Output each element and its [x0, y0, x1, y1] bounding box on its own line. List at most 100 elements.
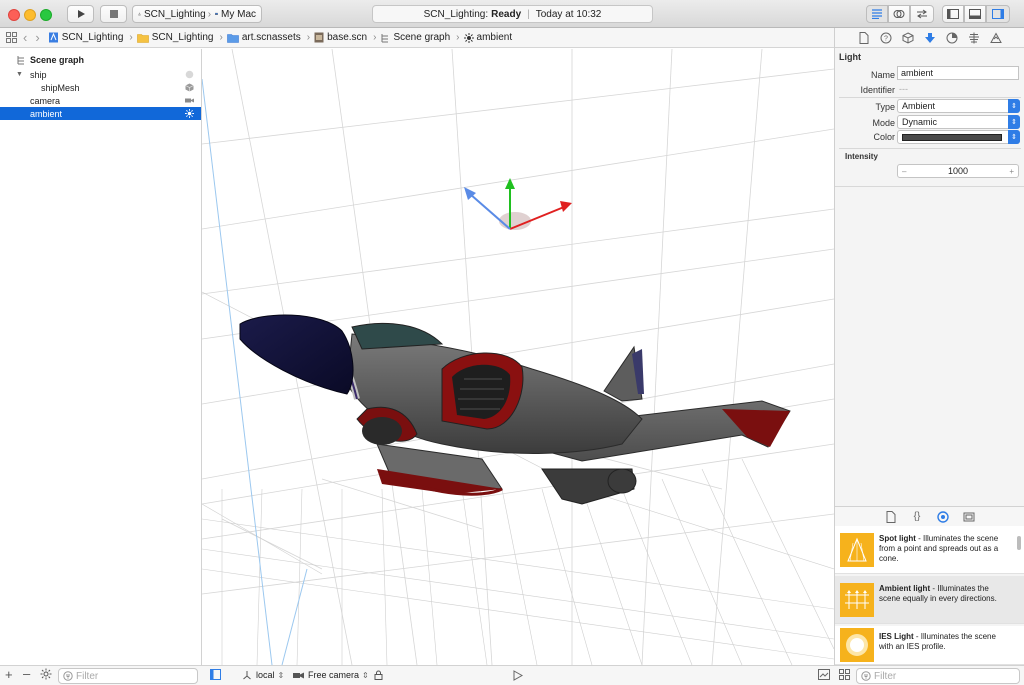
mac-icon [215, 12, 218, 15]
utilities-panel-icon [992, 9, 1004, 19]
version-editor-button[interactable] [910, 5, 934, 23]
node-inspector-icon[interactable] [901, 31, 915, 45]
toggle-navigator-button[interactable] [942, 5, 964, 23]
divider [839, 97, 1021, 98]
zoom-window-button[interactable] [40, 9, 52, 21]
play-animation-icon[interactable] [513, 670, 524, 684]
chevron-right-icon: › [207, 8, 212, 20]
library-scrollbar[interactable] [1017, 536, 1021, 550]
identifier-value[interactable]: --- [899, 84, 908, 94]
disclosure-triangle-icon[interactable]: ▼ [16, 71, 26, 78]
coordinate-space-selector[interactable]: local ⇕ [242, 670, 284, 680]
chevron-right-icon: › [306, 32, 311, 43]
file-template-icon[interactable] [884, 510, 898, 524]
camera-icon [293, 672, 304, 678]
svg-text:?: ? [884, 35, 888, 42]
toggle-library-icon[interactable] [818, 669, 830, 683]
physics-inspector-icon[interactable] [967, 31, 981, 45]
intensity-label: Intensity [845, 152, 878, 161]
toggle-outline-icon[interactable] [210, 669, 221, 683]
type-popup[interactable]: Ambient ⇕ [897, 99, 1020, 113]
increment-button[interactable]: + [1009, 167, 1014, 176]
outline-item-label: ship [30, 69, 47, 80]
coordinate-space-label: local [256, 670, 275, 680]
standard-editor-button[interactable] [866, 5, 888, 23]
outline-item-label: ambient [30, 108, 63, 119]
breadcrumb-scene-file[interactable]: base.scn [314, 32, 367, 43]
color-swatch [902, 133, 1002, 141]
light-icon [463, 32, 474, 43]
stop-button[interactable] [100, 5, 127, 23]
transform-gizmo[interactable] [464, 178, 572, 230]
breadcrumb-group[interactable]: SCN_Lighting [136, 32, 214, 43]
related-items-icon[interactable] [6, 32, 17, 43]
lock-icon[interactable] [374, 670, 383, 680]
library-item-ambient-light[interactable]: Ambient light - Illuminates the scene eq… [835, 576, 1024, 624]
bottom-bar: + – Filter local ⇕ Free camera ⇕ Filter [0, 665, 1024, 685]
inspector-panel: ? Light Name ambient Identifier --- Type… [834, 28, 1024, 665]
app-target-icon [138, 12, 141, 16]
library-item-text: IES Light - Illuminates the scene with a… [879, 632, 1007, 652]
geometry-icon [185, 83, 194, 92]
code-snippet-icon[interactable]: {} [910, 510, 924, 524]
outline-item-camera[interactable]: camera [0, 94, 201, 107]
help-inspector-icon[interactable]: ? [879, 31, 893, 45]
back-arrow-icon[interactable]: ‹ [23, 30, 27, 45]
library-item-title: Ambient light [879, 584, 931, 593]
chevron-right-icon: › [129, 32, 133, 43]
outline-item-ambient[interactable]: ambient [0, 107, 201, 120]
color-label: Color [873, 132, 895, 142]
breadcrumb-scene-graph[interactable]: Scene graph [380, 32, 450, 43]
outline-item-ship[interactable]: ▼ ship [0, 68, 201, 81]
close-window-button[interactable] [8, 9, 20, 21]
forward-arrow-icon[interactable]: › [35, 30, 39, 45]
outline-item-shipmesh[interactable]: shipMesh [0, 81, 201, 94]
intensity-value[interactable]: 1000 [948, 166, 968, 176]
attributes-inspector-icon[interactable] [923, 31, 937, 45]
scene-viewport[interactable] [202, 49, 834, 665]
media-library-icon[interactable] [962, 510, 976, 524]
library-filter-field[interactable]: Filter [856, 668, 1020, 684]
outline-filter-field[interactable]: Filter [58, 668, 198, 684]
color-well[interactable]: ⇕ [897, 130, 1020, 144]
gear-icon[interactable] [40, 668, 52, 683]
updown-arrows-icon: ⇕ [277, 670, 285, 680]
lines-icon [872, 9, 882, 19]
add-button[interactable]: + [5, 667, 13, 682]
toggle-utilities-button[interactable] [986, 5, 1010, 23]
assistant-editor-button[interactable] [888, 5, 910, 23]
breadcrumb-node[interactable]: ambient [463, 32, 513, 43]
filter-placeholder: Filter [76, 670, 99, 682]
material-inspector-icon[interactable] [945, 31, 959, 45]
library-item-ies-light[interactable]: IES Light - Illuminates the scene with a… [835, 626, 1024, 665]
scene-graph-outline: Scene graph ▼ ship shipMesh camera ambie… [0, 49, 202, 665]
minimize-window-button[interactable] [24, 9, 36, 21]
mode-popup[interactable]: Dynamic ⇕ [897, 115, 1020, 129]
breadcrumb-assets[interactable]: art.scnassets [227, 32, 301, 43]
file-inspector-icon[interactable] [857, 31, 871, 45]
outline-header-label: Scene graph [30, 54, 85, 65]
grid-view-icon[interactable] [839, 669, 850, 683]
intensity-stepper[interactable]: – 1000 + [897, 164, 1019, 178]
decrement-button[interactable]: – [902, 167, 906, 176]
camera-selector[interactable]: Free camera ⇕ [293, 670, 383, 680]
breadcrumb-label: ambient [476, 32, 513, 43]
updown-arrows-icon: ⇕ [1008, 99, 1020, 113]
breadcrumb-label: SCN_Lighting [151, 32, 214, 43]
object-library-icon[interactable] [936, 510, 950, 524]
name-field[interactable]: ambient [897, 66, 1019, 80]
run-button[interactable] [67, 5, 94, 23]
breadcrumb-project[interactable]: SCN_Lighting [48, 32, 123, 43]
node-icon [185, 70, 194, 79]
scene-canvas[interactable] [202, 49, 834, 665]
filter-icon [63, 671, 73, 681]
scheme-selector[interactable]: SCN_Lighting › My Mac [132, 5, 262, 23]
ambient-light-icon [840, 583, 874, 617]
type-label: Type [875, 102, 895, 112]
toggle-debug-area-button[interactable] [964, 5, 986, 23]
ship-model[interactable] [239, 314, 791, 505]
scene-inspector-icon[interactable] [989, 31, 1003, 45]
remove-button[interactable]: – [23, 666, 30, 681]
section-title: Light [839, 52, 861, 62]
library-item-spot-light[interactable]: Spot light - Illuminates the scene from … [835, 526, 1024, 574]
